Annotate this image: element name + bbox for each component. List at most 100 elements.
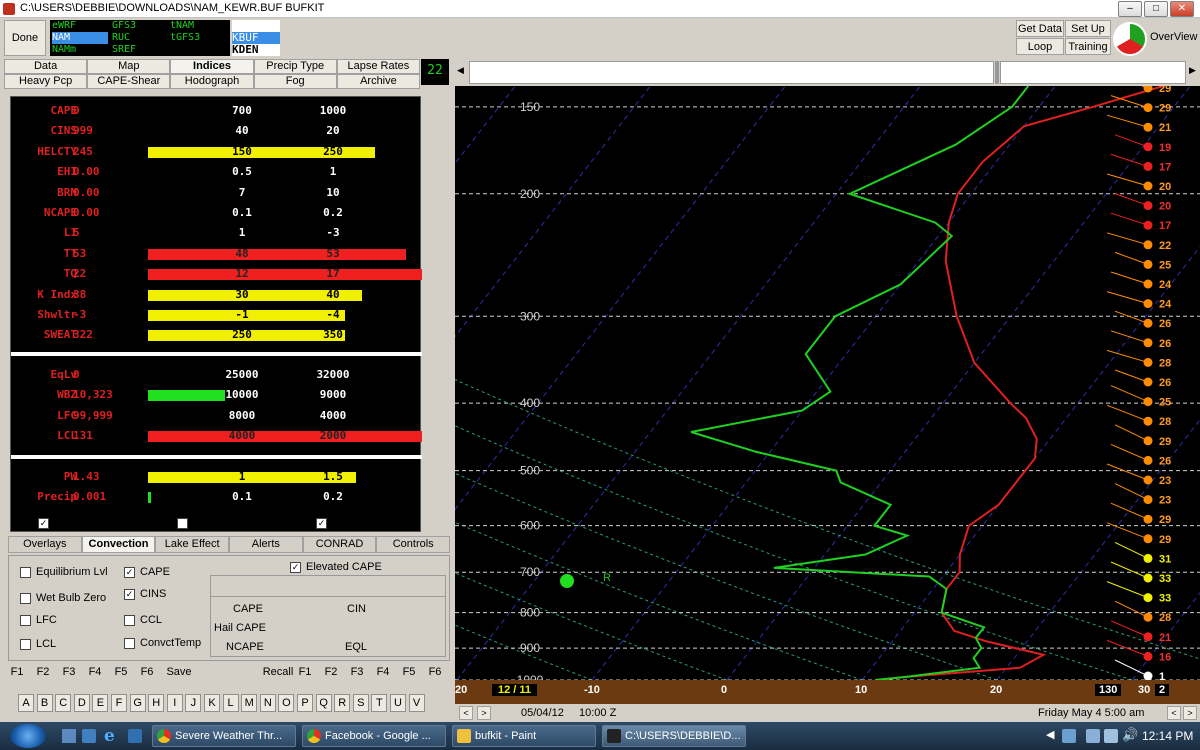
save-slot-button[interactable]: F6 [136, 663, 158, 681]
recall-slot-button[interactable]: F5 [398, 663, 420, 681]
tab-map[interactable]: Map [87, 59, 171, 74]
cape-checkbox[interactable]: ✓ CAPE [124, 566, 170, 578]
letter-key-button[interactable]: E [92, 694, 109, 712]
scroll-thumb[interactable] [995, 61, 999, 84]
media-player-icon[interactable] [128, 729, 142, 743]
recall-slot-button[interactable]: F4 [372, 663, 394, 681]
model-gfs3[interactable]: GFS3 [112, 20, 136, 32]
subtab-alerts[interactable]: Alerts [229, 536, 303, 553]
tab-fog[interactable]: Fog [253, 74, 337, 89]
minimize-button[interactable]: – [1118, 1, 1142, 17]
loop-button[interactable]: Loop [1016, 38, 1064, 55]
save-slot-button[interactable]: F2 [32, 663, 54, 681]
ccl-checkbox[interactable]: CCL [124, 614, 162, 626]
indicy-bar-checkbox[interactable]: ✓ Indicy Bar [38, 517, 103, 529]
taskbar-item-paint[interactable]: bufkit - Paint [452, 725, 596, 747]
save-slot-button[interactable]: F3 [58, 663, 80, 681]
station-kden[interactable]: KDEN [232, 44, 280, 56]
lfc-checkbox[interactable]: LFC [20, 614, 57, 626]
convcttemp-checkbox[interactable]: ConvctTemp [124, 637, 201, 649]
quartile-box-checkbox[interactable]: ✓ Quartile Box [316, 517, 393, 529]
tray-network-icon[interactable] [1062, 729, 1076, 743]
scroll-left-icon[interactable]: ◀ [457, 65, 464, 76]
recall-slot-button[interactable]: F3 [346, 663, 368, 681]
next-time-icon[interactable]: > [477, 706, 491, 720]
taskbar-item-facebook[interactable]: Facebook - Google ... [302, 725, 446, 747]
model-nam[interactable]: NAM [52, 32, 108, 44]
tray-display-icon[interactable] [1104, 729, 1118, 743]
tab-archive[interactable]: Archive [336, 74, 421, 89]
letter-key-button[interactable]: S [352, 694, 369, 712]
lcl-checkbox[interactable]: LCL [20, 638, 56, 650]
letter-key-button[interactable]: N [259, 694, 276, 712]
taskbar-item-bufkit[interactable]: C:\USERS\DEBBIE\D... [602, 725, 746, 747]
tab-hodograph[interactable]: Hodograph [170, 74, 254, 89]
letter-key-button[interactable]: B [36, 694, 53, 712]
elevated-cape-checkbox[interactable]: ✓ Elevated CAPE [290, 561, 382, 573]
show-desktop-icon[interactable] [62, 729, 76, 743]
equilibrium-lvl-checkbox[interactable]: Equilibrium Lvl [20, 566, 108, 578]
cins-checkbox[interactable]: ✓ CINS [124, 588, 166, 600]
start-button-icon[interactable] [10, 724, 46, 748]
letter-key-button[interactable]: D [73, 694, 90, 712]
recall-slot-button[interactable]: F6 [424, 663, 446, 681]
overview-label[interactable]: OverView [1150, 31, 1197, 43]
tab-lapse-rates[interactable]: Lapse Rates [336, 59, 421, 74]
save-slot-button[interactable]: F1 [6, 663, 28, 681]
scroll-right-icon[interactable]: ▶ [1189, 65, 1196, 76]
subtab-overlays[interactable]: Overlays [8, 536, 82, 553]
letter-key-button[interactable]: J [185, 694, 202, 712]
maximize-button[interactable]: □ [1144, 1, 1168, 17]
recall-slot-button[interactable]: F2 [320, 663, 342, 681]
wdtb-logo-icon[interactable] [1113, 22, 1147, 56]
tab-heavy-pcp[interactable]: Heavy Pcp [4, 74, 88, 89]
save-slot-button[interactable]: F5 [110, 663, 132, 681]
subtab-lake-effect[interactable]: Lake Effect [155, 536, 230, 553]
letter-key-button[interactable]: T [371, 694, 388, 712]
subtab-controls[interactable]: Controls [376, 536, 451, 553]
tray-expand-icon[interactable]: ◀ [1046, 728, 1054, 741]
taskbar-item-severe-weather[interactable]: Severe Weather Thr... [152, 725, 296, 747]
letter-key-button[interactable]: I [166, 694, 183, 712]
letter-key-button[interactable]: U [390, 694, 406, 712]
letter-key-button[interactable]: P [297, 694, 313, 712]
letter-key-button[interactable]: G [129, 694, 146, 712]
recall-button[interactable]: Recall [258, 663, 298, 681]
volume-icon[interactable]: 🔊 [1122, 727, 1138, 743]
model-tgfs3[interactable]: tGFS3 [170, 32, 200, 44]
letter-key-button[interactable]: M [241, 694, 258, 712]
tray-monitor-icon[interactable] [1086, 729, 1100, 743]
indicy-circle-checkbox[interactable]: Indicy Circle [177, 517, 253, 529]
prev-time-icon[interactable]: < [459, 706, 473, 720]
letter-key-button[interactable]: A [18, 694, 34, 712]
model-ewrf[interactable]: eWRF [52, 20, 108, 32]
letter-key-button[interactable]: C [55, 694, 72, 712]
letter-key-button[interactable]: L [222, 694, 239, 712]
get-data-button[interactable]: Get Data [1016, 20, 1064, 37]
tab-cape-shear[interactable]: CAPE-Shear [87, 74, 171, 89]
explorer-icon[interactable] [82, 729, 96, 743]
tab-precip-type[interactable]: Precip Type [253, 59, 337, 74]
letter-key-button[interactable]: V [408, 694, 425, 712]
model-namm[interactable]: NAMm [52, 44, 108, 56]
recall-slot-button[interactable]: F1 [294, 663, 316, 681]
close-button[interactable]: ✕ [1170, 1, 1194, 17]
time-scrollbar[interactable]: ◀ ▶ [455, 59, 1200, 86]
model-tnam[interactable]: tNAM [170, 20, 200, 32]
scroll-track-right[interactable] [1000, 61, 1186, 84]
letter-key-button[interactable]: R [334, 694, 351, 712]
scroll-track-left[interactable] [469, 61, 994, 84]
done-button[interactable]: Done [4, 20, 46, 56]
set-up-button[interactable]: Set Up [1065, 20, 1111, 37]
letter-key-button[interactable]: Q [315, 694, 332, 712]
ie-icon[interactable]: e [104, 726, 122, 746]
training-button[interactable]: Training [1065, 38, 1111, 55]
prev-page-icon[interactable]: < [1167, 706, 1181, 720]
clock[interactable]: 12:14 PM [1142, 729, 1193, 743]
model-sref[interactable]: SREF [112, 44, 136, 56]
letter-key-button[interactable]: F [111, 694, 127, 712]
tab-data[interactable]: Data [4, 59, 88, 74]
save-slot-button[interactable]: F4 [84, 663, 106, 681]
wet-bulb-zero-checkbox[interactable]: Wet Bulb Zero [20, 592, 106, 604]
letter-key-button[interactable]: O [278, 694, 295, 712]
